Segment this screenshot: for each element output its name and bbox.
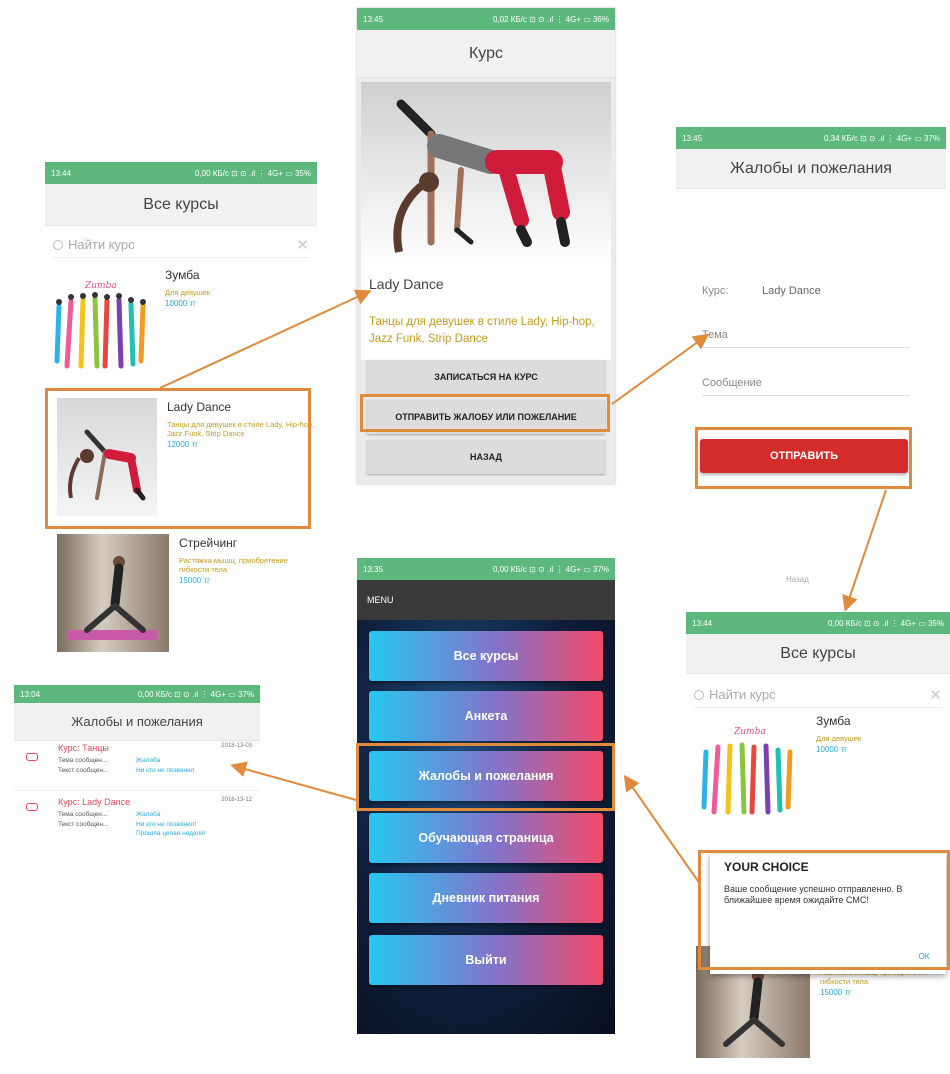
arrow-menu-to-list: [230, 761, 357, 801]
arrow-course-to-detail: [159, 289, 372, 389]
arrow-send-to-dialog: [842, 489, 887, 612]
arrow-dialog-to-menu: [623, 774, 701, 885]
arrow-detail-to-form: [611, 333, 710, 405]
flow-arrows: [159, 289, 887, 885]
